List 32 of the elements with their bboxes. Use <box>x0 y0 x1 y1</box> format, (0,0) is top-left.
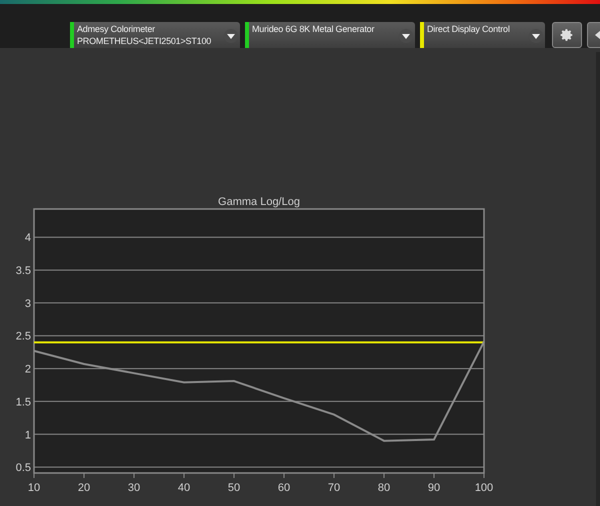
x-tick-label: 90 <box>428 482 440 494</box>
x-tick-label: 50 <box>228 482 240 494</box>
device-detail: PROMETHEUS<JETI2501>ST100 <box>77 35 212 47</box>
dropdown-caret-icon <box>224 29 238 43</box>
left-arrow-icon <box>593 30 600 40</box>
device-dropdown[interactable]: Admesy Colorimeter PROMETHEUS<JETI2501>ST100 <box>70 22 240 48</box>
y-tick-label: 1.5 <box>16 396 31 408</box>
y-tick-label: 1 <box>24 429 31 442</box>
y-tick-label: 3.5 <box>16 265 31 278</box>
device-name: Murideo 6G 8K Metal Generator <box>252 23 374 35</box>
x-tick-label: 60 <box>278 482 290 494</box>
x-tick-label: 30 <box>128 482 140 494</box>
x-tick-label: 10 <box>28 482 40 494</box>
y-tick-label: 2.5 <box>16 330 31 343</box>
dropdown-caret-icon <box>399 29 413 43</box>
x-tick-label: 20 <box>78 482 90 494</box>
device-dropdown[interactable]: Murideo 6G 8K Metal Generator <box>245 22 415 48</box>
y-tick-label: 3 <box>24 298 31 310</box>
dropdown-caret-icon <box>529 29 543 43</box>
chart-title: Gamma Log/Log <box>218 196 300 208</box>
x-tick-label: 70 <box>328 482 340 494</box>
settings-icon <box>560 28 574 42</box>
x-tick-label: 100 <box>474 482 494 494</box>
y-tick-label: 4 <box>24 232 31 244</box>
x-tick-label: 40 <box>178 482 190 494</box>
device-name: Admesy Colorimeter <box>77 23 156 35</box>
device-name: Direct Display Control <box>427 23 510 35</box>
y-tick-label: 2 <box>24 364 31 376</box>
y-tick-label: 0.5 <box>16 462 31 474</box>
x-tick-label: 80 <box>378 482 390 494</box>
device-dropdown[interactable]: Direct Display Control <box>420 22 545 48</box>
settings-button[interactable] <box>552 22 582 48</box>
